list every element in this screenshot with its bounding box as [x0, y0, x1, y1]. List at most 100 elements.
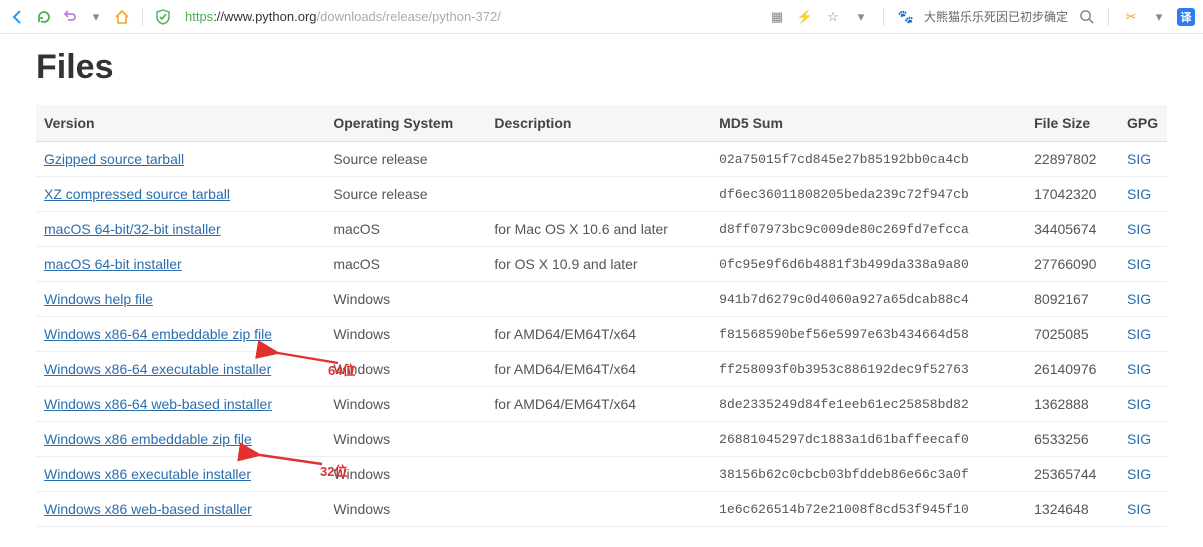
sig-link[interactable]: SIG: [1127, 221, 1151, 237]
back-button[interactable]: [8, 7, 28, 27]
cell-os: macOS: [325, 247, 486, 282]
cell-md5: f81568590bef56e5997e63b434664d58: [711, 317, 1026, 352]
cell-size: 25365744: [1026, 457, 1119, 492]
cell-gpg: SIG: [1119, 492, 1167, 527]
download-link[interactable]: Windows x86-64 embeddable zip file: [44, 326, 272, 342]
cell-os: Windows: [325, 492, 486, 527]
cell-gpg: SIG: [1119, 142, 1167, 177]
download-link[interactable]: Windows x86-64 web-based installer: [44, 396, 272, 412]
col-size: File Size: [1026, 105, 1119, 142]
sig-link[interactable]: SIG: [1127, 396, 1151, 412]
cell-md5: 8de2335249d84fe1eeb61ec25858bd82: [711, 387, 1026, 422]
cell-md5: 02a75015f7cd845e27b85192bb0ca4cb: [711, 142, 1026, 177]
page-title: Files: [36, 48, 1167, 87]
cell-size: 8092167: [1026, 282, 1119, 317]
cell-desc: for AMD64/EM64T/x64: [486, 387, 711, 422]
undo-button[interactable]: [60, 7, 80, 27]
cell-size: 27766090: [1026, 247, 1119, 282]
col-gpg: GPG: [1119, 105, 1167, 142]
separator: [883, 8, 884, 26]
cell-md5: ff258093f0b3953c886192dec9f52763: [711, 352, 1026, 387]
cell-size: 1362888: [1026, 387, 1119, 422]
cell-version: macOS 64-bit installer: [36, 247, 325, 282]
scissors-icon[interactable]: ✂: [1121, 7, 1141, 27]
sig-link[interactable]: SIG: [1127, 501, 1151, 517]
cell-size: 1324648: [1026, 492, 1119, 527]
download-link[interactable]: Windows x86 executable installer: [44, 466, 251, 482]
separator: [1108, 8, 1109, 26]
cell-os: Source release: [325, 142, 486, 177]
sig-link[interactable]: SIG: [1127, 186, 1151, 202]
cell-os: Windows: [325, 457, 486, 492]
chevron-down-icon[interactable]: ▾: [851, 7, 871, 27]
cell-gpg: SIG: [1119, 457, 1167, 492]
download-link[interactable]: Gzipped source tarball: [44, 151, 184, 167]
sig-link[interactable]: SIG: [1127, 151, 1151, 167]
cell-os: Windows: [325, 422, 486, 457]
col-desc: Description: [486, 105, 711, 142]
col-os: Operating System: [325, 105, 486, 142]
files-table-head: Version Operating System Description MD5…: [36, 105, 1167, 142]
cell-version: Windows x86 web-based installer: [36, 492, 325, 527]
cell-desc: for AMD64/EM64T/x64: [486, 317, 711, 352]
download-link[interactable]: XZ compressed source tarball: [44, 186, 230, 202]
cell-desc: [486, 457, 711, 492]
address-bar[interactable]: https://www.python.org/downloads/release…: [179, 9, 761, 24]
sig-link[interactable]: SIG: [1127, 466, 1151, 482]
col-md5: MD5 Sum: [711, 105, 1026, 142]
qr-icon[interactable]: ▦: [767, 7, 787, 27]
url-host: ://www.python.org: [213, 9, 316, 24]
annotation-label-32: 32位: [320, 461, 347, 480]
sig-link[interactable]: SIG: [1127, 256, 1151, 272]
cell-version: macOS 64-bit/32-bit installer: [36, 212, 325, 247]
home-button[interactable]: [112, 7, 132, 27]
cell-gpg: SIG: [1119, 422, 1167, 457]
cell-os: Windows: [325, 282, 486, 317]
sig-link[interactable]: SIG: [1127, 361, 1151, 377]
cell-md5: 26881045297dc1883a1d61baffeecaf0: [711, 422, 1026, 457]
search-icon[interactable]: [1076, 7, 1096, 27]
bookmark-text[interactable]: 大熊猫乐乐死因已初步确定: [924, 8, 1068, 25]
browser-toolbar: ▾ https://www.python.org/downloads/relea…: [0, 0, 1203, 34]
download-link[interactable]: Windows x86 embeddable zip file: [44, 431, 252, 447]
sig-link[interactable]: SIG: [1127, 326, 1151, 342]
translate-button[interactable]: 译: [1177, 8, 1195, 26]
cell-size: 34405674: [1026, 212, 1119, 247]
cell-md5: 1e6c626514b72e21008f8cd53f945f10: [711, 492, 1026, 527]
download-link[interactable]: macOS 64-bit installer: [44, 256, 182, 272]
cell-desc: [486, 177, 711, 212]
files-table-body: Gzipped source tarball Source release 02a7…: [36, 142, 1167, 527]
chevron-down-icon[interactable]: ▾: [1149, 7, 1169, 27]
star-icon[interactable]: ☆: [823, 7, 843, 27]
table-row: Windows x86-64 embeddable zip file Window…: [36, 317, 1167, 352]
cell-desc: for Mac OS X 10.6 and later: [486, 212, 711, 247]
cell-desc: [486, 422, 711, 457]
sig-link[interactable]: SIG: [1127, 431, 1151, 447]
cell-md5: 38156b62c0cbcb03bfddeb86e66c3a0f: [711, 457, 1026, 492]
table-row: Windows help fileWindows941b7d6279c0d406…: [36, 282, 1167, 317]
table-row: Windows x86-64 executable installerWindo…: [36, 352, 1167, 387]
download-link[interactable]: Windows help file: [44, 291, 153, 307]
panda-icon[interactable]: 🐾: [896, 7, 916, 27]
table-row: macOS 64-bit installer macOSfor OS X 10.9…: [36, 247, 1167, 282]
flash-icon[interactable]: ⚡: [795, 7, 815, 27]
cell-os: Source release: [325, 177, 486, 212]
table-row: XZ compressed source tarball Source relea…: [36, 177, 1167, 212]
cell-gpg: SIG: [1119, 317, 1167, 352]
download-link[interactable]: Windows x86 web-based installer: [44, 501, 252, 517]
download-link[interactable]: Windows x86-64 executable installer: [44, 361, 271, 377]
cell-os: Windows: [325, 317, 486, 352]
download-link[interactable]: macOS 64-bit/32-bit installer: [44, 221, 221, 237]
table-row: Windows x86 executable installerWindows3…: [36, 457, 1167, 492]
cell-version: Windows help file: [36, 282, 325, 317]
cell-desc: for OS X 10.9 and later: [486, 247, 711, 282]
reload-button[interactable]: [34, 7, 54, 27]
cell-version: Windows x86 embeddable zip file: [36, 422, 325, 457]
cell-size: 26140976: [1026, 352, 1119, 387]
dropdown-icon[interactable]: ▾: [86, 7, 106, 27]
cell-size: 6533256: [1026, 422, 1119, 457]
sig-link[interactable]: SIG: [1127, 291, 1151, 307]
shield-icon[interactable]: [153, 7, 173, 27]
url-path: /downloads/release/python-372/: [317, 9, 501, 24]
table-row: Gzipped source tarball Source release 02a7…: [36, 142, 1167, 177]
